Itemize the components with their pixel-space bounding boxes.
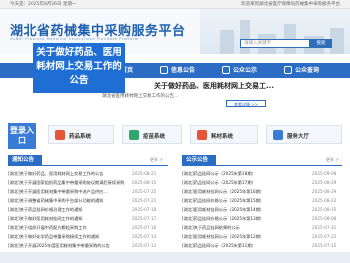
list-item[interactable]: [湖北]关于开展2025年度医用耗材集中带量采购的公告 [8,242,126,250]
login-entry-button[interactable]: 登录入口 [8,123,36,149]
list-item[interactable]: [湖北]关于做好医用耗材挂网工作的通知 [8,215,126,223]
list-item-date: 2025-08-22 [312,198,337,203]
list-item-date: 2025-08-15 [312,207,337,212]
list-item-date: 2025-07-15 [312,243,337,248]
headline-more-button[interactable]: 查看详情 >> [226,100,266,107]
site-title-en: HuBei Province Medicine Centralized Purc… [10,37,139,41]
list-item[interactable]: [湖北]医用耗材挂网公示（2025年第12期） [182,233,298,241]
list-item[interactable]: [湖北]医用耗材挂网公示（2025年第14期） [182,206,298,214]
announcement-caption: 关于做好药品、医用耗材网上交易工作的公告 [33,43,125,93]
headline-subtitle: 湖北省医用耗材网上交易工作的公告... [102,94,179,99]
public-notice-icon [222,65,230,74]
list-item-date: 2025-07-31 [312,225,337,230]
list-item[interactable]: [湖北]关于药品挂网价格治理工作的通知 [8,206,126,214]
list-item-date: 2025-08-29 [312,180,337,185]
list-item[interactable]: [湖北]关于调整省药械集中采购平台部分功能的通知 [8,197,126,205]
top-info-bar: 今天是：2025年8月26日 星期一 欢迎来到湖北省医疗保障局药械集中采购服务平… [0,0,350,9]
list-item-date: 2025-07-25 [132,189,157,194]
list-item-date: 2025-08-21 [132,171,157,176]
service-drug-system[interactable]: 药品系统 [48,125,114,144]
list-item[interactable]: [湖北]关于做好药品、医用耗材网上交易工作的公告 [8,170,126,178]
public-more-link[interactable]: 更多 > [326,157,339,163]
nav-item-announcements[interactable]: 信息公告 [160,63,195,78]
list-item[interactable]: [湖北]关于做好化学药品带量采购接续工作的通知 [8,233,126,241]
service-consumables-system[interactable]: 耗材系统 [190,125,258,144]
welcome-text: 欢迎来到湖北省医疗保障局药械集中采购服务平台 [241,2,340,7]
list-item[interactable]: [湖北]药品挂网价格公示（2025年第13期） [182,215,298,223]
list-item-date: 2025-08-15 [132,180,157,185]
public-panel-title[interactable]: 公示公告 [182,155,216,165]
list-item-date: 2025-07-17 [132,216,157,221]
drug-icon [55,130,65,140]
list-item-date: 2025-08-08 [312,216,337,221]
consumables-icon [197,130,207,140]
list-item-date: 2025-07-16 [132,225,157,230]
list-item[interactable]: [湖北]药品挂网公示（2025年第18期） [182,170,298,178]
list-item[interactable]: [湖北]关于药品挂网结果的公示 [182,224,298,232]
list-item[interactable]: [湖北]医用耗材挂网公示（2025年第16期） [182,188,298,196]
list-item[interactable]: [湖北]关于开展医用耗材集中带量采购中选产品供应... [8,188,126,196]
nav-item-public-notice[interactable]: 公众公示 [222,63,257,78]
notice-more-link[interactable]: 更多 > [150,157,163,163]
list-item[interactable]: [湖北]药品挂网公示（2025年第17期） [182,179,298,187]
list-item-date: 2025-09-08 [312,171,337,176]
list-item-date: 2025-07-14 [132,234,157,239]
service-hall[interactable]: 服务大厅 [266,125,342,144]
list-item[interactable]: [湖北]药品挂网价格公示（2025年第15期） [182,197,298,205]
list-item[interactable]: [湖北]关于组织开展中药配方颗粒采购工作 [8,224,126,232]
vaccine-icon [129,130,139,140]
announcement-icon [160,65,168,74]
search-button[interactable]: 搜索 [310,39,332,48]
service-hall-icon [273,130,283,140]
list-item-date: 2025-07-18 [132,207,157,212]
list-item[interactable]: [湖北]关于开展国家组织药品集中带量采购协议期满后接续采购 [8,179,126,187]
list-item-date: 2025-07-12 [132,243,157,248]
search-icon [284,65,292,74]
date-text: 今天是：2025年8月26日 星期一 [10,2,77,7]
page-footer-strip [0,252,350,263]
list-item-date: 2025-07-21 [132,198,157,203]
notice-panel-title[interactable]: 通知公告 [8,155,42,165]
service-vaccine-system[interactable]: 疫苗系统 [122,125,182,144]
list-item-date: 2025-08-29 [312,189,337,194]
list-item-date: 2025-07-22 [312,234,337,239]
search-input[interactable]: 请输入关键字 [240,39,310,48]
list-item[interactable]: [湖北]药品挂网公示（2025年第11期） [182,242,298,250]
nav-item-public-query[interactable]: 公众查询 [284,63,319,78]
